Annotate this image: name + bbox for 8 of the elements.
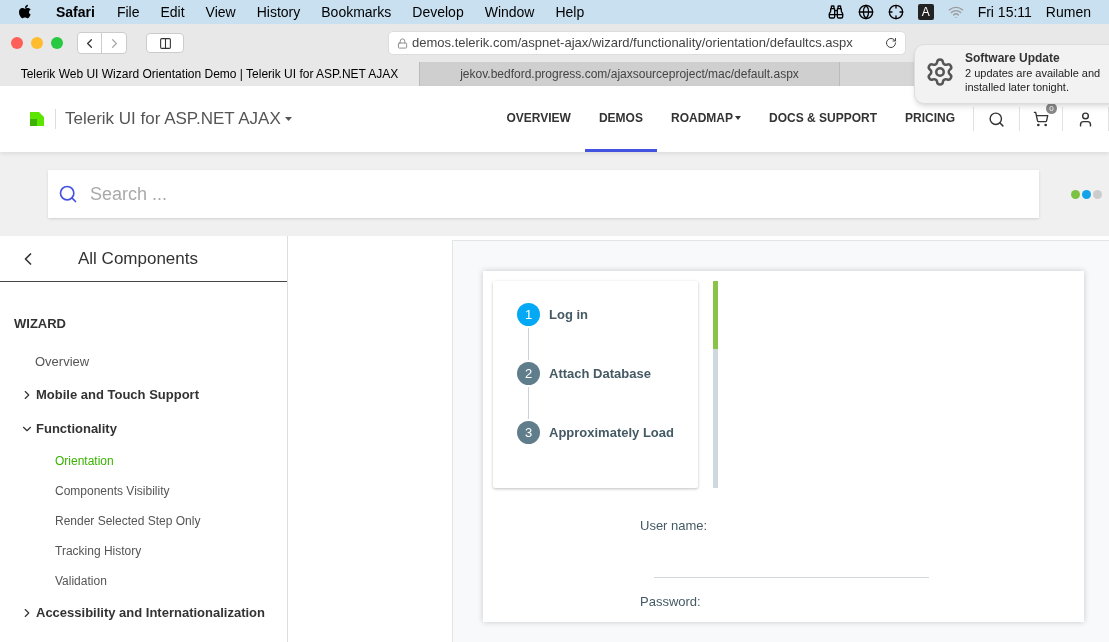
url-text: demos.telerik.com/aspnet-ajax/wizard/functionality/orientation/defaultcs.aspx (412, 34, 854, 53)
field-label: Password: (640, 592, 702, 611)
notification-body: 2 updates are available and installed later tonight. (965, 66, 1101, 94)
cart-count: 0 (1046, 103, 1057, 114)
field-label: User name: (640, 517, 709, 535)
sidebar-title: All Components (78, 247, 198, 270)
section-heading: WIZARD (13, 315, 67, 333)
notification-title: Software Update (965, 51, 1061, 65)
